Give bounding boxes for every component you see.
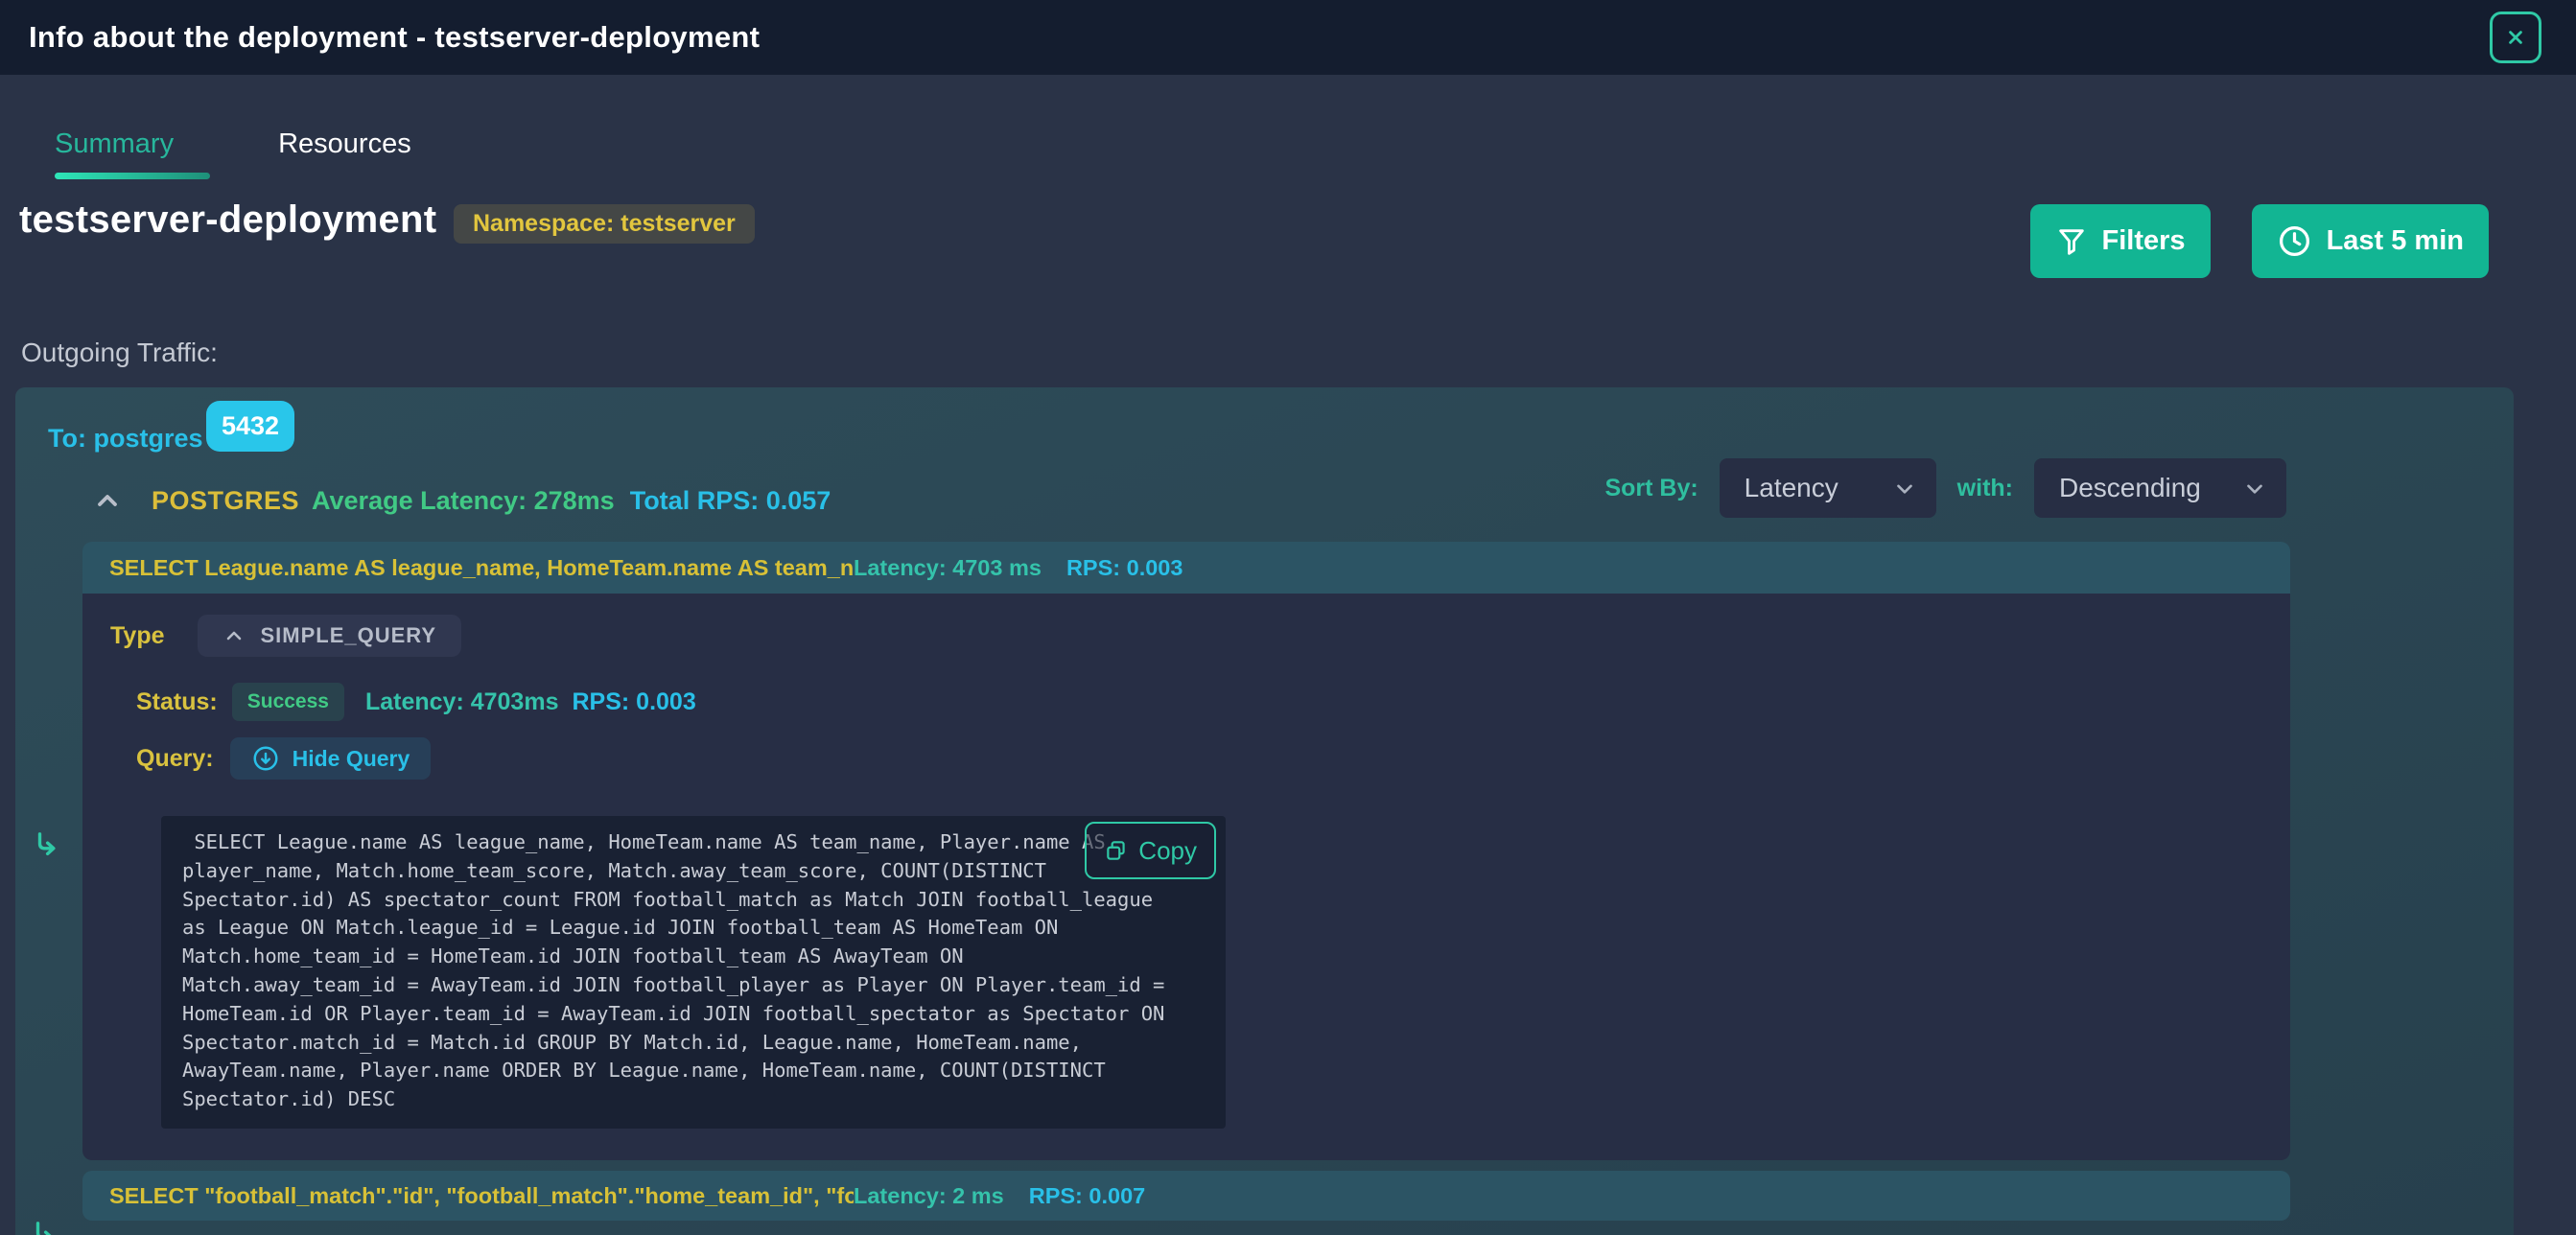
close-button[interactable]	[2490, 12, 2541, 63]
destination-label: To: postgres	[48, 424, 203, 453]
query-entry: SELECT "football_match"."id", "football_…	[82, 1171, 2290, 1221]
deployment-info-window: Info about the deployment - testserver-d…	[0, 0, 2576, 1235]
titlebar: Info about the deployment - testserver-d…	[0, 0, 2576, 75]
sort-order-select[interactable]: Descending	[2034, 458, 2286, 518]
sort-by-select[interactable]: Latency	[1719, 458, 1936, 518]
query-latency: Latency: 2 ms	[854, 1182, 1004, 1208]
close-icon	[2509, 31, 2522, 44]
hide-query-button[interactable]: Hide Query	[229, 737, 432, 780]
collapse-button[interactable]	[92, 484, 130, 517]
query-rps: RPS: 0.003	[1066, 554, 1183, 580]
sort-controls: Sort By: Latency with: Descending	[1604, 458, 2286, 518]
query-entry-detail: Type SIMPLE_QUERY Status: Success Latenc…	[82, 594, 2290, 1160]
tab-summary[interactable]: Summary	[55, 128, 211, 179]
protocol-header-row: POSTGRES Average Latency: 278ms Total RP…	[92, 474, 831, 527]
port-badge: 5432	[206, 401, 295, 452]
page-title: testserver-deployment	[19, 198, 437, 241]
arrow-down-circle-icon	[253, 746, 278, 771]
type-value: SIMPLE_QUERY	[260, 623, 437, 647]
type-label: Type	[110, 621, 165, 649]
outgoing-traffic-label: Outgoing Traffic:	[21, 338, 218, 367]
status-line: Status: Success Latency: 4703ms RPS: 0.0…	[136, 683, 696, 721]
query-entry-row[interactable]: SELECT "football_match"."id", "football_…	[82, 1171, 2290, 1221]
branch-arrow-icon	[37, 832, 56, 856]
tab-resources[interactable]: Resources	[278, 128, 411, 179]
query-rps: RPS: 0.007	[1028, 1182, 1146, 1208]
sql-code-block: SELECT League.name AS league_name, HomeT…	[161, 816, 1226, 1129]
type-line: Type SIMPLE_QUERY	[110, 615, 462, 657]
filter-icon	[2058, 228, 2084, 255]
sort-order-value: Descending	[2059, 473, 2201, 502]
copy-button-label: Copy	[1138, 835, 1197, 865]
query-label: Query:	[136, 744, 214, 772]
protocol-name: POSTGRES	[152, 485, 300, 515]
traffic-panel: To: postgres 5432 POSTGRES Average Laten…	[15, 387, 2514, 1235]
filters-button-label: Filters	[2101, 225, 2186, 256]
query-preview: SELECT League.name AS league_name, HomeT…	[109, 554, 854, 580]
chevron-up-icon	[98, 495, 117, 506]
namespace-badge: Namespace: testserver	[454, 204, 755, 244]
chevron-up-icon	[226, 631, 241, 641]
status-badge: Success	[231, 683, 344, 721]
average-latency: Average Latency: 278ms	[312, 485, 615, 515]
window-title: Info about the deployment - testserver-d…	[29, 20, 761, 54]
query-entry-row[interactable]: SELECT League.name AS league_name, HomeT…	[82, 542, 2290, 594]
hide-query-label: Hide Query	[292, 745, 410, 771]
tab-bar: Summary Resources	[55, 128, 411, 179]
sort-order-label: with:	[1956, 474, 2013, 501]
type-toggle[interactable]: SIMPLE_QUERY	[197, 615, 462, 657]
header-actions: Filters Last 5 min	[2029, 204, 2489, 278]
query-preview: SELECT "football_match"."id", "football_…	[109, 1182, 854, 1208]
copy-button[interactable]: Copy	[1085, 822, 1216, 879]
sort-by-value: Latency	[1744, 473, 1838, 502]
total-rps: Total RPS: 0.057	[629, 485, 831, 515]
copy-icon	[1107, 841, 1125, 860]
time-range-button-label: Last 5 min	[2326, 225, 2464, 256]
query-latency: Latency: 4703 ms	[854, 554, 1042, 580]
time-range-button[interactable]: Last 5 min	[2251, 204, 2489, 278]
detail-rps: RPS: 0.003	[572, 687, 696, 715]
chevron-down-icon	[2247, 484, 2262, 494]
query-line: Query: Hide Query	[136, 737, 432, 780]
query-entry: SELECT League.name AS league_name, HomeT…	[82, 542, 2290, 1160]
detail-latency: Latency: 4703ms	[364, 687, 559, 715]
clock-icon	[2279, 226, 2309, 256]
sql-text: SELECT League.name AS league_name, HomeT…	[182, 830, 1165, 1111]
branch-arrow-icon	[35, 1222, 52, 1235]
filters-button[interactable]: Filters	[2029, 204, 2211, 278]
chevron-down-icon	[1896, 484, 1912, 494]
sort-by-label: Sort By:	[1604, 474, 1698, 501]
status-label: Status:	[136, 687, 218, 715]
